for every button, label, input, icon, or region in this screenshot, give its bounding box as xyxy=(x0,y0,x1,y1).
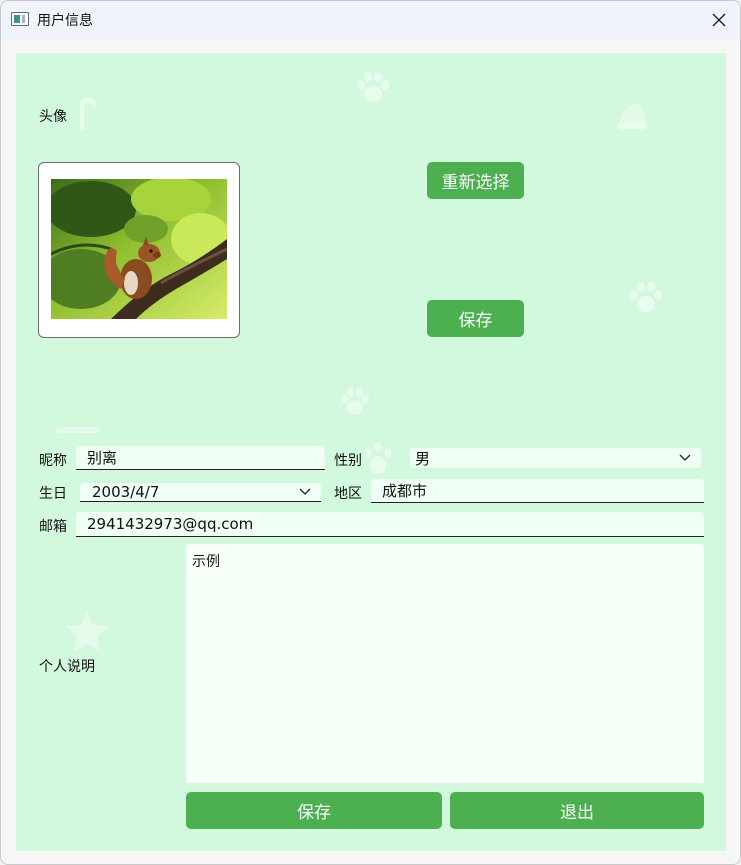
save-avatar-button[interactable]: 保存 xyxy=(427,300,524,337)
bio-label: 个人说明 xyxy=(39,659,95,675)
email-value: 2941432973@qq.com xyxy=(87,515,254,533)
gender-label: 性别 xyxy=(334,453,362,469)
region-input[interactable]: 成都市 xyxy=(371,479,704,503)
save-button[interactable]: 保存 xyxy=(186,792,442,829)
email-input[interactable]: 2941432973@qq.com xyxy=(76,512,704,537)
app-window-icon xyxy=(11,12,29,26)
close-icon xyxy=(712,13,726,27)
star-icon xyxy=(65,610,109,652)
bio-textarea[interactable]: 示例 xyxy=(186,544,704,783)
chevron-down-icon xyxy=(299,488,311,495)
nickname-input[interactable]: 别离 xyxy=(76,446,325,470)
close-button[interactable] xyxy=(703,5,735,35)
decor-bar xyxy=(55,427,101,433)
chevron-down-icon xyxy=(679,454,691,461)
candy-cane-icon xyxy=(80,97,96,131)
gender-value: 男 xyxy=(415,449,431,468)
email-label: 邮箱 xyxy=(39,519,67,535)
paw-print-icon xyxy=(364,442,392,474)
region-value: 成都市 xyxy=(382,482,428,500)
avatar-label: 头像 xyxy=(39,109,67,125)
santa-hat-icon xyxy=(617,103,647,129)
avatar xyxy=(51,179,227,319)
bio-value: 示例 xyxy=(192,554,220,570)
title-bar[interactable]: 用户信息 xyxy=(1,1,740,39)
paw-print-icon xyxy=(630,282,662,312)
user-info-window: 用户信息 头像 重新选择 保存 昵称 别离 性别 男 生日 2003/4/7 地… xyxy=(0,0,741,865)
gender-select[interactable]: 男 xyxy=(410,448,701,468)
reselect-avatar-button[interactable]: 重新选择 xyxy=(427,162,524,199)
nickname-value: 别离 xyxy=(87,449,118,467)
nickname-label: 昵称 xyxy=(39,453,67,469)
birthday-value: 2003/4/7 xyxy=(92,483,160,501)
birthday-label: 生日 xyxy=(39,486,67,502)
birthday-date-picker[interactable]: 2003/4/7 xyxy=(80,483,321,502)
paw-print-icon xyxy=(357,72,389,102)
paw-print-icon xyxy=(340,387,370,415)
exit-button[interactable]: 退出 xyxy=(450,792,704,829)
window-title: 用户信息 xyxy=(37,13,93,29)
avatar-frame xyxy=(38,162,240,338)
region-label: 地区 xyxy=(334,486,362,502)
